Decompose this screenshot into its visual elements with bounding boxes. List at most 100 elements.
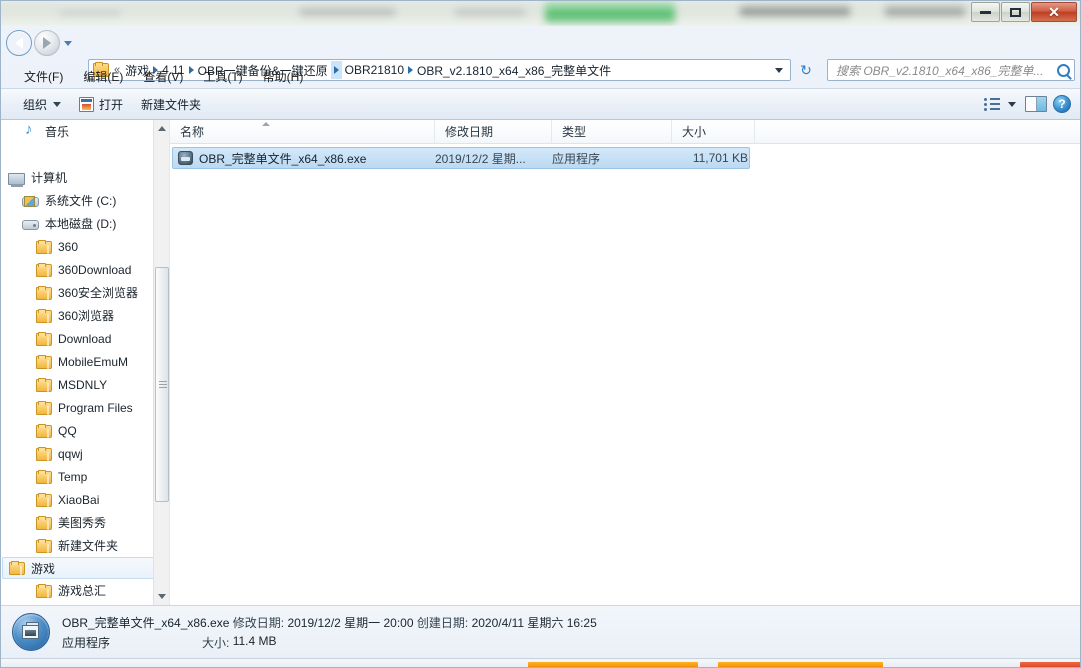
sidebar-item-17[interactable]: 美图秀秀 xyxy=(0,511,169,534)
sidebar-item-13[interactable]: QQ xyxy=(0,419,169,442)
sidebar-item-11[interactable]: MSDNLY xyxy=(0,373,169,396)
file-size-cell: 11,701 KB xyxy=(692,151,748,165)
open-icon xyxy=(79,96,95,112)
details-line-2: 应用程序 大小: 11.4 MB xyxy=(62,634,597,651)
sidebar-item-16[interactable]: XiaoBai xyxy=(0,488,169,511)
toolbar-right-group: ? xyxy=(981,95,1081,113)
maximize-button[interactable] xyxy=(1001,2,1030,22)
details-created-label: 创建日期: xyxy=(416,615,469,630)
sidebar-item-label: MSDNLY xyxy=(58,377,108,392)
folder-icon xyxy=(36,262,52,277)
new-folder-button[interactable]: 新建文件夹 xyxy=(132,92,210,117)
sidebar-item-18[interactable]: 新建文件夹 xyxy=(0,534,169,557)
folder-icon xyxy=(36,515,52,530)
sidebar-item-14[interactable]: qqwj xyxy=(0,442,169,465)
sidebar-item-label: Temp xyxy=(58,469,88,484)
column-header-size[interactable]: 大小 xyxy=(672,120,755,143)
sidebar-item-5[interactable]: 360 xyxy=(0,235,169,258)
sidebar-item-7[interactable]: 360安全浏览器 xyxy=(0,281,169,304)
sidebar-item-4[interactable]: 本地磁盘 (D:) xyxy=(0,212,169,235)
sidebar-item-label: MobileEmuM xyxy=(58,354,129,369)
sidebar-item-15[interactable]: Temp xyxy=(0,465,169,488)
column-header-name[interactable]: 名称 xyxy=(170,120,435,143)
details-size-value: 11.4 MB xyxy=(232,633,277,648)
maximize-icon xyxy=(1010,7,1021,17)
organize-button[interactable]: 组织 xyxy=(14,92,70,117)
sidebar-item-label: 360浏览器 xyxy=(58,309,115,323)
menu-item-file[interactable]: 文件(F) xyxy=(14,65,73,88)
details-size-label: 大小: xyxy=(202,635,230,650)
window-controls: ✕ xyxy=(970,2,1077,22)
menu-item-edit[interactable]: 编辑(E) xyxy=(73,65,133,88)
folder-icon xyxy=(36,492,52,507)
folder-icon xyxy=(36,331,52,346)
folder-icon xyxy=(36,285,52,300)
folder-icon xyxy=(36,538,52,553)
taskbar-item[interactable] xyxy=(718,662,883,668)
folder-icon xyxy=(36,377,52,392)
minimize-button[interactable] xyxy=(971,2,1000,22)
sidebar-item-label: XiaoBai xyxy=(58,492,100,507)
sidebar-item-8[interactable]: 360浏览器 xyxy=(0,304,169,327)
sidebar-item-0[interactable]: 音乐 xyxy=(0,120,169,143)
help-icon: ? xyxy=(1058,97,1066,111)
sidebar-item-6[interactable]: 360Download xyxy=(0,258,169,281)
recent-locations-dropdown-icon[interactable] xyxy=(64,40,72,46)
menu-item-tools[interactable]: 工具(T) xyxy=(193,65,252,88)
list-view-icon xyxy=(984,97,1000,111)
taskbar-item[interactable] xyxy=(1020,662,1081,668)
sidebar-item-2[interactable]: 计算机 xyxy=(0,166,169,189)
file-list-pane: 名称 修改日期 类型 大小 OBR_完整单文件_x64_x86.exe 2019/… xyxy=(170,120,1081,605)
sidebar-item-19[interactable]: 游戏 xyxy=(2,557,166,579)
preview-pane-button[interactable] xyxy=(1025,96,1047,112)
menu-item-view[interactable]: 查看(V) xyxy=(133,65,193,88)
help-button[interactable]: ? xyxy=(1053,95,1071,113)
view-dropdown-icon[interactable] xyxy=(1008,101,1016,107)
sidebar-item-label: 计算机 xyxy=(31,171,68,185)
open-button[interactable]: 打开 xyxy=(70,92,132,117)
sidebar-item-label: 游戏 xyxy=(31,561,56,576)
sidebar-item-label: qqwj xyxy=(58,446,83,461)
chevron-down-icon xyxy=(53,101,62,107)
exe-icon xyxy=(178,151,193,165)
back-button[interactable] xyxy=(6,30,32,56)
sidebar-item-label: 360安全浏览器 xyxy=(58,286,139,300)
sidebar-item-12[interactable]: Program Files xyxy=(0,396,169,419)
scroll-down-button[interactable] xyxy=(154,588,169,605)
nav-buttons xyxy=(6,30,72,56)
sidebar-item-label: 美图秀秀 xyxy=(58,516,107,530)
forward-button[interactable] xyxy=(34,30,60,56)
folder-icon xyxy=(36,583,52,598)
sidebar-item-10[interactable]: MobileEmuM xyxy=(0,350,169,373)
details-filename: OBR_完整单文件_x64_x86.exe xyxy=(62,615,230,630)
sidebar-item-label: 360 xyxy=(58,239,79,254)
folder-icon xyxy=(36,239,52,254)
sidebar-item-label: 游戏总汇 xyxy=(58,584,107,598)
menu-item-help[interactable]: 帮助(H) xyxy=(253,65,314,88)
sidebar-item-9[interactable]: Download xyxy=(0,327,169,350)
file-name-cell: OBR_完整单文件_x64_x86.exe xyxy=(173,150,435,167)
change-view-button[interactable] xyxy=(981,95,1003,113)
folder-icon xyxy=(9,561,25,575)
taskbar-item[interactable] xyxy=(528,662,698,668)
column-header-type[interactable]: 类型 xyxy=(552,120,672,143)
explorer-window: ✕ « 游戏 4.11 OBR一键备份&一键还原 OBR21810 OBR_v2… xyxy=(0,0,1081,668)
table-row[interactable]: OBR_完整单文件_x64_x86.exe 2019/12/2 星期... 应用程序… xyxy=(172,147,750,169)
sidebar-item-label: 新建文件夹 xyxy=(58,539,119,553)
folder-icon xyxy=(36,423,52,438)
close-button[interactable]: ✕ xyxy=(1031,2,1077,22)
sidebar-item-20[interactable]: 游戏总汇 xyxy=(0,579,169,602)
folder-icon xyxy=(36,308,52,323)
sidebar-item-3[interactable]: 系统文件 (C:) xyxy=(0,189,169,212)
minimize-icon xyxy=(980,10,991,14)
computer-icon xyxy=(8,172,25,187)
details-created-value: 2020/4/11 星期六 16:25 xyxy=(471,615,597,630)
column-header-date[interactable]: 修改日期 xyxy=(435,120,552,143)
sidebar-scrollbar-thumb[interactable] xyxy=(155,267,169,502)
scroll-up-button[interactable] xyxy=(154,120,169,137)
file-rows: OBR_完整单文件_x64_x86.exe 2019/12/2 星期... 应用程序… xyxy=(170,147,1081,169)
file-date-cell: 2019/12/2 星期... xyxy=(435,151,526,166)
organize-label: 组织 xyxy=(23,97,48,112)
sidebar-scrollbar[interactable] xyxy=(153,120,169,605)
